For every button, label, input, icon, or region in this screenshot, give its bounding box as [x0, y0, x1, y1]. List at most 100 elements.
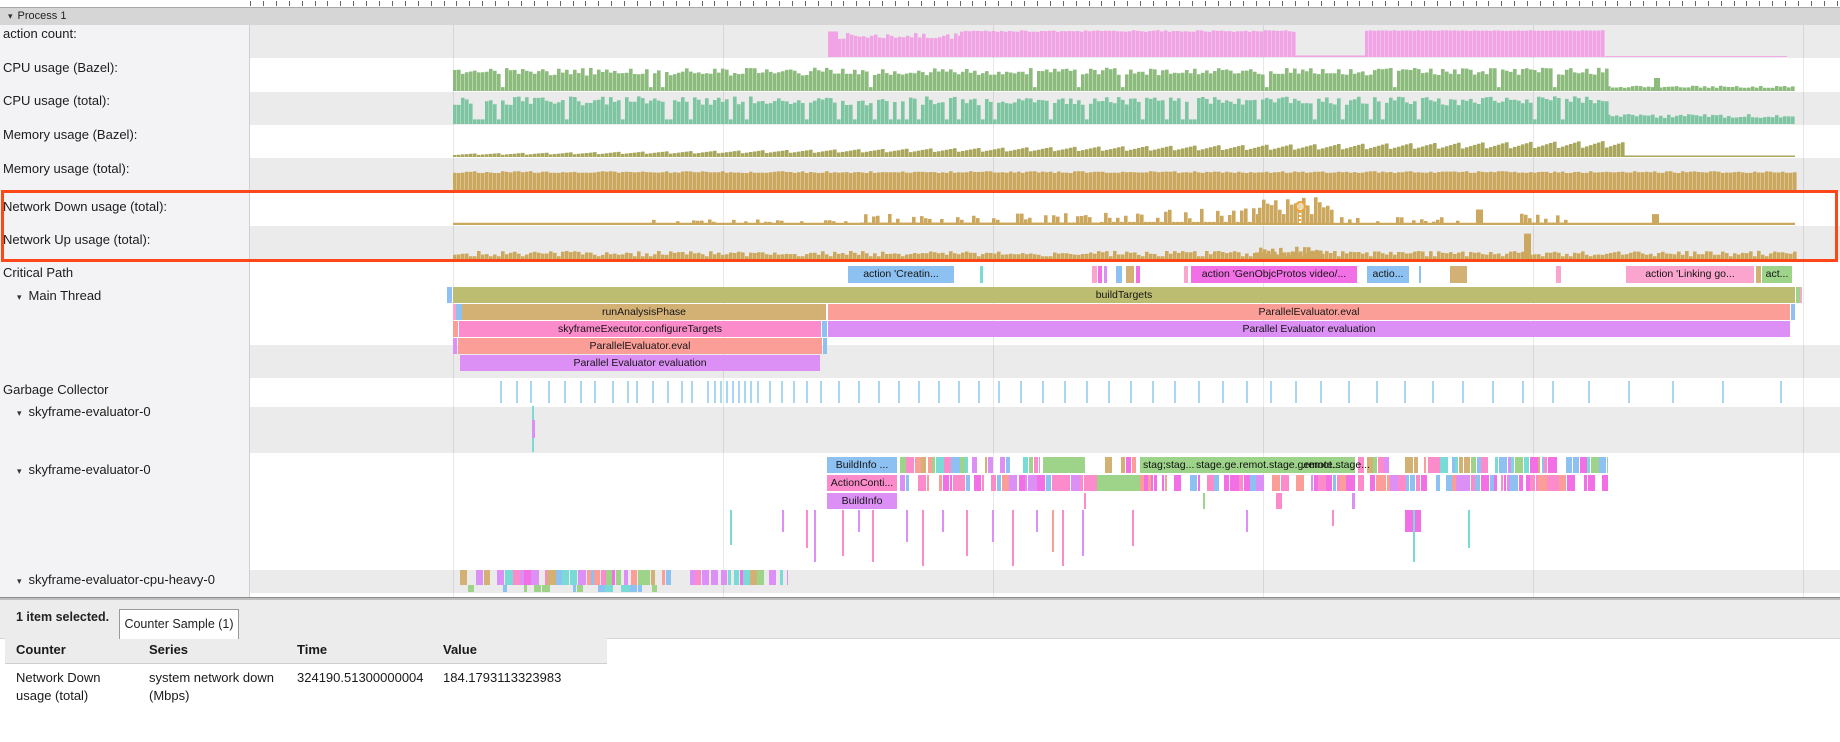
gc-event[interactable]: [707, 381, 709, 403]
confetti-slice[interactable]: [612, 570, 615, 585]
confetti-slice[interactable]: [1140, 475, 1144, 491]
confetti-slice[interactable]: [638, 570, 645, 585]
main-thread-slice[interactable]: [823, 338, 827, 354]
confetti-slice[interactable]: [1250, 475, 1256, 491]
collapse-icon[interactable]: ▾: [17, 576, 22, 586]
confetti-slice[interactable]: [570, 570, 578, 585]
critical-path-slice[interactable]: actio...: [1367, 266, 1409, 283]
drip-slice[interactable]: [1132, 510, 1134, 546]
sidebar-item-skyframe-evaluator-cpu-heavy-0[interactable]: ▾skyframe-evaluator-cpu-heavy-0: [17, 572, 215, 587]
main-thread-slice[interactable]: [1800, 287, 1802, 303]
confetti-slice[interactable]: [757, 570, 763, 585]
gc-event[interactable]: [858, 381, 860, 403]
confetti-slice[interactable]: [900, 457, 906, 473]
counter-chart-memt[interactable]: [0, 158, 1840, 192]
confetti-slice[interactable]: [1538, 475, 1546, 491]
confetti-slice[interactable]: [1019, 475, 1025, 491]
confetti-slice[interactable]: [721, 570, 728, 585]
gc-event[interactable]: [500, 381, 502, 403]
gc-event[interactable]: [1020, 381, 1022, 403]
gc-event[interactable]: [720, 381, 722, 403]
confetti-slice[interactable]: [1475, 475, 1480, 491]
gc-event[interactable]: [1246, 381, 1248, 403]
confetti-slice[interactable]: [513, 570, 520, 585]
confetti-slice[interactable]: [1538, 457, 1540, 473]
confetti-slice[interactable]: [1477, 457, 1481, 473]
main-thread-slice[interactable]: ParallelEvaluator.eval: [828, 304, 1790, 320]
confetti-slice[interactable]: [624, 570, 627, 585]
confetti-slice[interactable]: [936, 457, 944, 473]
confetti-slice[interactable]: [1006, 457, 1010, 473]
collapse-icon[interactable]: ▾: [8, 8, 13, 25]
confetti-slice[interactable]: [988, 457, 993, 473]
confetti-slice[interactable]: [1039, 457, 1040, 473]
evaluator-slice[interactable]: [1097, 475, 1140, 491]
confetti-slice[interactable]: [1370, 475, 1376, 491]
confetti-slice[interactable]: [1190, 475, 1197, 491]
confetti-slice[interactable]: [1272, 475, 1281, 491]
confetti-slice[interactable]: [645, 570, 650, 585]
confetti-slice[interactable]: [1559, 475, 1566, 491]
confetti-slice[interactable]: [1080, 475, 1083, 491]
confetti-slice[interactable]: [534, 585, 542, 592]
counter-chart-action[interactable]: [0, 25, 1840, 58]
confetti-slice[interactable]: [1436, 475, 1440, 491]
confetti-slice[interactable]: [577, 585, 583, 592]
gc-event[interactable]: [938, 381, 940, 403]
gc-event[interactable]: [691, 381, 693, 403]
collapse-icon[interactable]: ▾: [17, 292, 22, 302]
confetti-slice[interactable]: [1318, 475, 1325, 491]
gc-event[interactable]: [681, 381, 683, 403]
confetti-slice[interactable]: [1046, 475, 1052, 491]
confetti-slice[interactable]: [1390, 475, 1397, 491]
confetti-slice[interactable]: [1499, 457, 1507, 473]
confetti-slice[interactable]: [982, 475, 985, 491]
gc-event[interactable]: [530, 381, 532, 403]
critical-path-slice[interactable]: act...: [1762, 266, 1792, 283]
confetti-slice[interactable]: [1446, 475, 1451, 491]
confetti-slice[interactable]: [1126, 457, 1132, 473]
confetti-slice[interactable]: [1424, 457, 1427, 473]
sidebar-item-main-thread[interactable]: ▾Main Thread: [17, 288, 101, 303]
confetti-slice[interactable]: [1207, 475, 1214, 491]
confetti-slice[interactable]: [587, 570, 591, 585]
gc-event[interactable]: [898, 381, 900, 403]
confetti-slice[interactable]: [1599, 457, 1606, 473]
drip-slice[interactable]: [872, 510, 874, 562]
critical-path-slice[interactable]: [1450, 266, 1467, 283]
confetti-slice[interactable]: [520, 570, 523, 585]
gc-event[interactable]: [1722, 381, 1724, 403]
confetti-slice[interactable]: [787, 570, 788, 585]
critical-path-slice[interactable]: [1104, 266, 1107, 283]
confetti-slice[interactable]: [1567, 475, 1575, 491]
counter-chart-netd[interactable]: [0, 192, 1840, 226]
selected-sample-marker[interactable]: [1295, 201, 1306, 212]
confetti-slice[interactable]: [959, 475, 965, 491]
main-thread-slice[interactable]: [822, 321, 827, 337]
gc-event[interactable]: [564, 381, 566, 403]
evaluator-slice[interactable]: ActionConti...: [827, 475, 897, 491]
main-thread-slice[interactable]: [453, 338, 457, 354]
critical-path-slice[interactable]: [1092, 266, 1097, 283]
confetti-slice[interactable]: [524, 585, 528, 592]
drip-slice[interactable]: [1052, 510, 1054, 552]
tab-counter-sample[interactable]: Counter Sample (1): [119, 609, 239, 639]
confetti-slice[interactable]: [1244, 475, 1250, 491]
confetti-slice[interactable]: [1481, 457, 1487, 473]
confetti-slice[interactable]: [1000, 457, 1005, 473]
confetti-slice[interactable]: [1105, 457, 1111, 473]
confetti-slice[interactable]: [1064, 475, 1071, 491]
confetti-slice[interactable]: [1481, 475, 1490, 491]
confetti-slice[interactable]: [1378, 475, 1386, 491]
confetti-slice[interactable]: [1333, 475, 1337, 491]
confetti-slice[interactable]: [953, 475, 959, 491]
confetti-slice[interactable]: [1230, 475, 1239, 491]
confetti-slice[interactable]: [1464, 457, 1470, 473]
confetti-slice[interactable]: [1009, 475, 1016, 491]
confetti-slice[interactable]: [1550, 475, 1558, 491]
confetti-slice[interactable]: [960, 457, 964, 473]
gc-event[interactable]: [1376, 381, 1378, 403]
confetti-slice[interactable]: [1314, 475, 1318, 491]
sidebar-item-memory-usage-bazel-[interactable]: Memory usage (Bazel):: [3, 127, 137, 142]
confetti-slice[interactable]: [460, 570, 467, 585]
